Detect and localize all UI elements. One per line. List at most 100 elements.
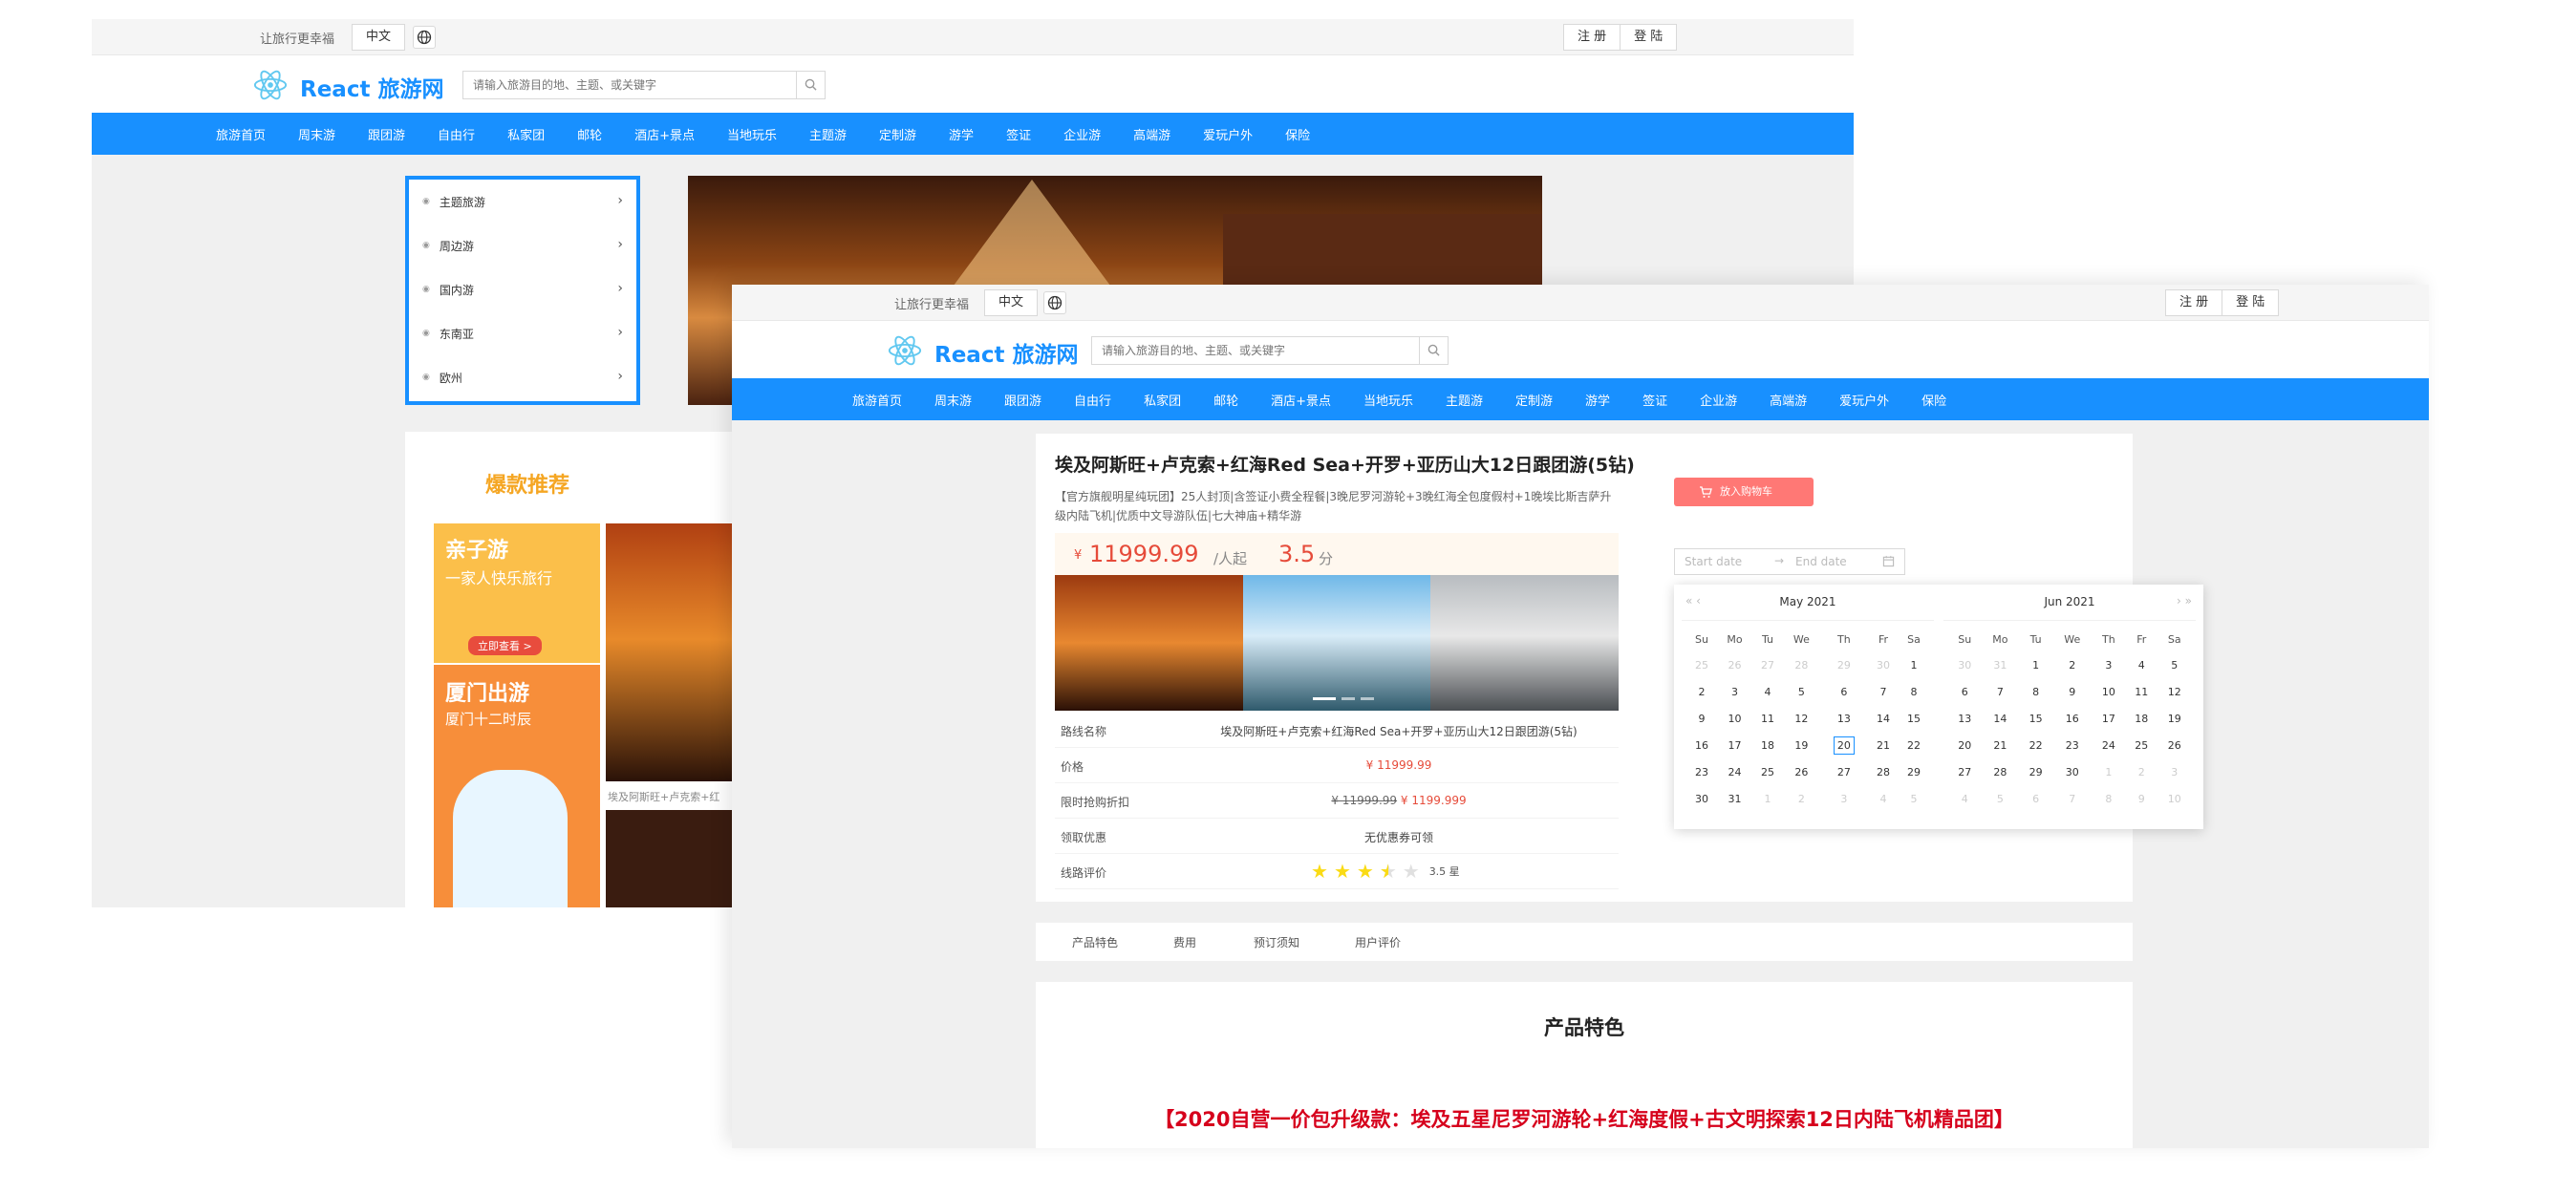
calendar-day[interactable]: 31 — [1981, 651, 2019, 678]
calendar-day[interactable]: 10 — [1717, 705, 1752, 732]
star-icon[interactable]: ★ — [1334, 862, 1351, 881]
calendar-day[interactable]: 5 — [1981, 785, 2019, 812]
calendar-day[interactable]: 4 — [1868, 785, 1899, 812]
calendar-day[interactable]: 27 — [1820, 758, 1868, 785]
carousel-image-sunrise[interactable] — [1055, 575, 1243, 711]
calendar-day[interactable]: 1 — [1899, 651, 1929, 678]
calendar-day[interactable]: 11 — [1752, 705, 1783, 732]
search-icon[interactable] — [796, 72, 825, 98]
calendar-day[interactable]: 8 — [2019, 678, 2051, 705]
calendar-day[interactable]: 8 — [2093, 785, 2125, 812]
nav-item[interactable]: 跟团游 — [368, 125, 405, 143]
calendar-day[interactable]: 31 — [1717, 785, 1752, 812]
calendar-day[interactable]: 17 — [2093, 705, 2125, 732]
tab-features[interactable]: 产品特色 — [1072, 934, 1118, 950]
calendar-day[interactable]: 28 — [1981, 758, 2019, 785]
calendar-day[interactable]: 6 — [1820, 678, 1868, 705]
calendar-day[interactable]: 1 — [2093, 758, 2125, 785]
image-carousel[interactable] — [1055, 575, 1620, 711]
nav-item[interactable]: 企业游 — [1063, 125, 1101, 143]
search-input[interactable] — [463, 72, 825, 98]
side-menu-item[interactable]: ◉ 国内游 › — [409, 267, 636, 311]
calendar-day[interactable]: 27 — [1948, 758, 1981, 785]
calendar-day[interactable]: 3 — [2158, 758, 2192, 785]
nav-item[interactable]: 保险 — [1921, 391, 1946, 409]
calendar-day[interactable]: 9 — [2125, 785, 2157, 812]
nav-item[interactable]: 邮轮 — [1213, 391, 1238, 409]
family-tour-card[interactable]: 亲子游 一家人快乐旅行 立即查看 > — [434, 523, 600, 663]
nav-item[interactable]: 旅游首页 — [852, 391, 902, 409]
nav-item[interactable]: 签证 — [1642, 391, 1667, 409]
calendar-day[interactable]: 12 — [1783, 705, 1820, 732]
calendar-day[interactable]: 12 — [2158, 678, 2192, 705]
calendar-day[interactable]: 23 — [2052, 732, 2093, 758]
calendar-day[interactable]: 16 — [2052, 705, 2093, 732]
calendar-day[interactable]: 22 — [1899, 732, 1929, 758]
nav-item[interactable]: 定制游 — [879, 125, 916, 143]
calendar-day[interactable]: 17 — [1717, 732, 1752, 758]
tab-booking-notes[interactable]: 预订须知 — [1254, 934, 1299, 950]
start-date-input[interactable]: Start date — [1685, 555, 1742, 568]
calendar-day[interactable]: 10 — [2158, 785, 2192, 812]
calendar-day[interactable]: 11 — [2125, 678, 2157, 705]
star-icon[interactable]: ★ — [1403, 862, 1420, 881]
calendar-day[interactable]: 2 — [1686, 678, 1717, 705]
star-icon[interactable]: ★ — [1311, 862, 1328, 881]
calendar-day[interactable]: 27 — [1752, 651, 1783, 678]
calendar-day[interactable]: 13 — [1820, 705, 1868, 732]
nav-item[interactable]: 私家团 — [507, 125, 545, 143]
calendar-day[interactable]: 6 — [1948, 678, 1981, 705]
nav-item[interactable]: 高端游 — [1133, 125, 1170, 143]
language-dropdown[interactable]: 中文 — [984, 289, 1039, 316]
calendar-day[interactable]: 14 — [1868, 705, 1899, 732]
search-icon[interactable] — [1419, 337, 1448, 364]
nav-item[interactable]: 爱玩户外 — [1839, 391, 1889, 409]
calendar-day[interactable]: 2 — [2052, 651, 2093, 678]
calendar-day[interactable]: 5 — [1783, 678, 1820, 705]
calendar-day[interactable]: 4 — [1948, 785, 1981, 812]
nav-item[interactable]: 邮轮 — [577, 125, 602, 143]
react-logo-icon[interactable] — [887, 332, 923, 373]
calendar-day[interactable]: 26 — [1717, 651, 1752, 678]
login-button[interactable]: 登 陆 — [2222, 290, 2278, 315]
calendar-day[interactable]: 5 — [1899, 785, 1929, 812]
calendar-day[interactable]: 2 — [2125, 758, 2157, 785]
calendar-day[interactable]: 26 — [1783, 758, 1820, 785]
carousel-dots[interactable] — [1313, 697, 1374, 700]
calendar-day[interactable]: 25 — [2125, 732, 2157, 758]
product-caption[interactable]: 埃及阿斯旺+卢克索+红 — [608, 789, 719, 804]
calendar-day[interactable]: 1 — [1752, 785, 1783, 812]
calendar-day[interactable]: 30 — [1948, 651, 1981, 678]
calendar-day[interactable]: 4 — [1752, 678, 1783, 705]
nav-item[interactable]: 自由行 — [438, 125, 475, 143]
calendar-day[interactable]: 23 — [1686, 758, 1717, 785]
month-title[interactable]: Jun 2021 — [1943, 595, 2196, 608]
calendar-day[interactable]: 10 — [2093, 678, 2125, 705]
next-month-icon[interactable]: › » — [2177, 594, 2192, 608]
calendar-day[interactable]: 14 — [1981, 705, 2019, 732]
nav-item[interactable]: 自由行 — [1074, 391, 1111, 409]
nav-item[interactable]: 私家团 — [1144, 391, 1181, 409]
side-menu-item[interactable]: ◉ 东南亚 › — [409, 311, 636, 355]
star-rating[interactable]: ★ ★ ★ ★ ★ 3.5 星 — [1311, 862, 1460, 881]
nav-item[interactable]: 企业游 — [1700, 391, 1737, 409]
nav-item[interactable]: 跟团游 — [1004, 391, 1041, 409]
carousel-image-village[interactable] — [1430, 575, 1620, 711]
login-button[interactable]: 登 陆 — [1620, 25, 1676, 50]
calendar-day[interactable]: 18 — [1752, 732, 1783, 758]
calendar-day[interactable]: 18 — [2125, 705, 2157, 732]
xiamen-tour-card[interactable]: 厦门出游 厦门十二时辰 — [434, 665, 600, 907]
star-icon[interactable]: ★ — [1380, 862, 1397, 881]
nav-item[interactable]: 旅游首页 — [216, 125, 266, 143]
month-title[interactable]: May 2021 — [1682, 595, 1934, 608]
end-date-input[interactable]: End date — [1795, 555, 1847, 568]
calendar-day[interactable]: 21 — [1868, 732, 1899, 758]
nav-item[interactable]: 当地玩乐 — [727, 125, 777, 143]
globe-icon[interactable] — [413, 26, 436, 49]
calendar-day[interactable]: 26 — [2158, 732, 2192, 758]
register-button[interactable]: 注 册 — [1564, 25, 1620, 50]
calendar-day[interactable]: 7 — [1868, 678, 1899, 705]
register-button[interactable]: 注 册 — [2166, 290, 2222, 315]
calendar-day[interactable]: 29 — [2019, 758, 2051, 785]
tab-fees[interactable]: 费用 — [1173, 934, 1196, 950]
